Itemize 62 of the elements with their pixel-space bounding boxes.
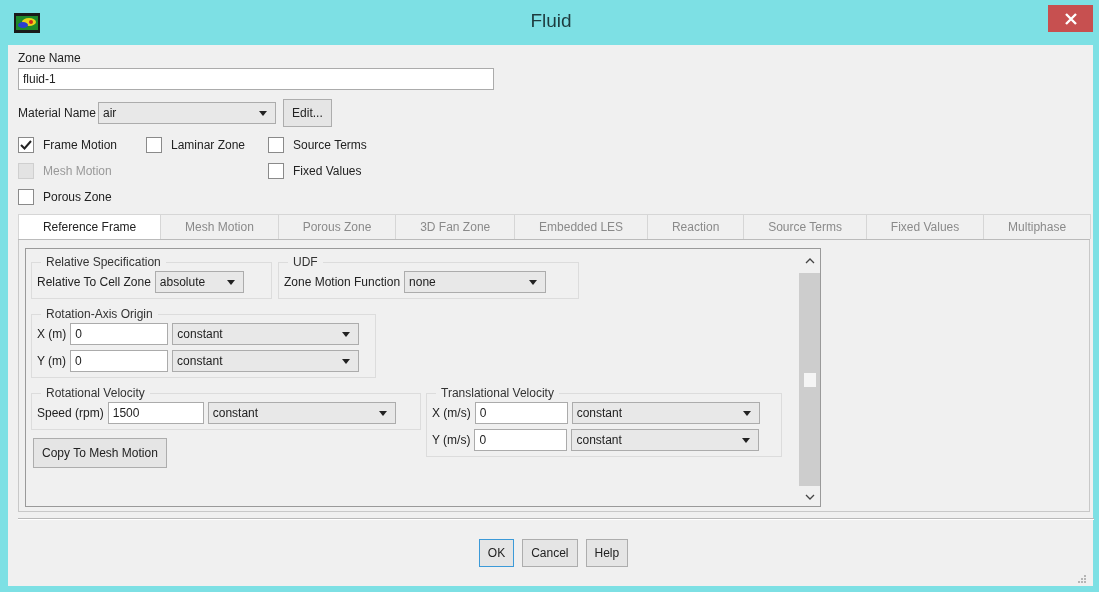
dialog-button[interactable]: Cancel xyxy=(522,539,578,567)
dropdown[interactable]: constant xyxy=(207,402,396,424)
caret-icon xyxy=(342,331,351,337)
field-label: Y (m) xyxy=(37,354,67,368)
check-icon xyxy=(20,140,32,150)
caret-icon xyxy=(226,279,235,285)
caret-icon xyxy=(378,410,387,416)
input-field[interactable]: 0 xyxy=(70,323,169,345)
window-title: Fluid xyxy=(529,9,573,32)
dropdown[interactable]: air xyxy=(98,102,277,124)
dropdown[interactable]: constant xyxy=(571,429,760,451)
scroll-thumb-icon xyxy=(803,372,816,387)
app-icon xyxy=(14,12,40,33)
caret-icon xyxy=(259,110,268,116)
group-title: Translational Velocity xyxy=(440,386,555,400)
caret-icon xyxy=(742,410,751,416)
input-field[interactable]: 0 xyxy=(474,429,568,451)
scroll-up-icon xyxy=(804,258,815,264)
caret-icon xyxy=(342,358,351,364)
checkbox-label: Mesh Motion xyxy=(43,164,112,178)
close-icon xyxy=(1064,12,1077,25)
dropdown[interactable]: constant xyxy=(571,402,760,424)
resize-grip-icon xyxy=(1077,574,1087,584)
checkbox-label: Frame Motion xyxy=(43,138,118,152)
field-label: Speed (rpm) xyxy=(37,406,104,420)
group-title: Relative Specification xyxy=(45,255,162,269)
tab[interactable]: Reference Frame xyxy=(18,214,162,239)
dropdown[interactable]: constant xyxy=(172,323,360,345)
field-label: Zone Name xyxy=(18,51,82,65)
copy-button[interactable]: Copy To Mesh Motion xyxy=(33,438,167,468)
close-button[interactable] xyxy=(1048,5,1093,32)
group-title: UDF xyxy=(292,255,319,269)
dialog-button[interactable]: Help xyxy=(585,539,629,567)
checkbox-label: Fixed Values xyxy=(293,164,362,178)
input-field[interactable]: fluid-1 xyxy=(18,68,494,90)
field-label: Y (m/s) xyxy=(432,433,471,447)
dialog-button[interactable]: OK xyxy=(478,539,515,567)
dropdown[interactable]: constant xyxy=(172,350,360,372)
group-title: Rotational Velocity xyxy=(45,386,146,400)
checkbox[interactable] xyxy=(18,189,34,205)
input-field[interactable]: 1500 xyxy=(107,402,204,424)
field-label: X (m/s) xyxy=(432,406,471,420)
checkbox[interactable] xyxy=(18,137,34,153)
group-title: Rotation-Axis Origin xyxy=(45,307,154,321)
input-field[interactable]: 0 xyxy=(474,402,568,424)
field-label: Material Name xyxy=(18,106,97,120)
field-label: X (m) xyxy=(37,327,67,341)
field-label: Relative To Cell Zone xyxy=(37,275,151,289)
dropdown[interactable]: none xyxy=(404,271,547,293)
edit-button[interactable]: Edit... xyxy=(283,99,332,127)
field-label: Zone Motion Function xyxy=(284,275,401,289)
checkbox[interactable] xyxy=(268,137,284,153)
checkbox-label: Source Terms xyxy=(293,138,367,152)
scroll-down-icon xyxy=(804,494,815,500)
dropdown[interactable]: absolute xyxy=(154,271,244,293)
checkbox[interactable] xyxy=(146,137,162,153)
caret-icon xyxy=(529,279,538,285)
caret-icon xyxy=(742,437,751,443)
checkbox[interactable] xyxy=(268,163,284,179)
checkbox-label: Porous Zone xyxy=(43,190,112,204)
input-field[interactable]: 0 xyxy=(70,350,169,372)
checkbox-label: Laminar Zone xyxy=(171,138,246,152)
